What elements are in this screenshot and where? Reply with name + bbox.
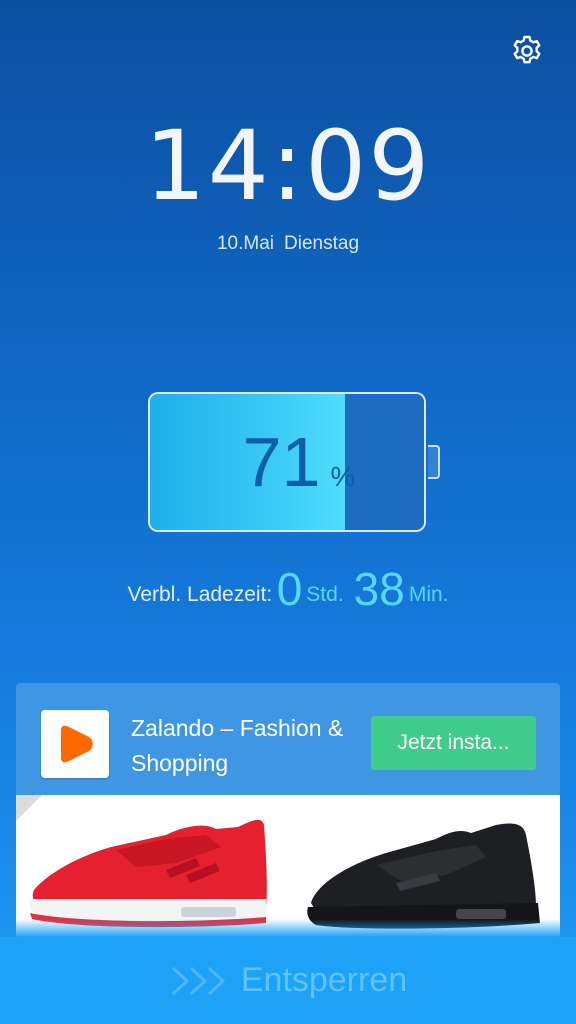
clock-separator: :	[270, 110, 306, 222]
unlock-slider[interactable]: Entsperren	[0, 937, 576, 1024]
date-day: 10.Mai	[216, 233, 275, 254]
ad-app-title[interactable]: Zalando – Fashion & Shopping	[131, 711, 361, 781]
gear-icon	[513, 35, 541, 64]
unlock-label: Entsperren	[240, 961, 408, 999]
remaining-hours-unit: Std.	[306, 583, 344, 606]
date-display: 10.Mai Dienstag	[0, 233, 576, 255]
remaining-charge-time: Verbl. Ladezeit: 0 Std. 38 Min.	[0, 562, 576, 616]
ad-corner-badge	[16, 795, 42, 821]
ad-card[interactable]: Zalando – Fashion & Shopping Jetzt insta…	[16, 683, 560, 937]
ad-header: Zalando – Fashion & Shopping Jetzt insta…	[16, 683, 560, 795]
chevrons-right-icon	[171, 966, 226, 995]
remaining-hours-value: 0	[276, 563, 303, 615]
battery-level-value: 71	[242, 423, 321, 501]
remaining-minutes-value: 38	[353, 563, 405, 615]
sneakers-image	[29, 819, 540, 929]
battery-level-unit: %	[330, 461, 356, 492]
ad-banner-image[interactable]	[16, 795, 560, 937]
clock-minutes: 09	[305, 110, 432, 222]
clock-display: 14:09	[0, 118, 576, 214]
install-button[interactable]: Jetzt insta...	[371, 716, 536, 770]
app-icon[interactable]	[41, 710, 109, 778]
battery-tip	[428, 445, 440, 479]
remaining-minutes-unit: Min.	[408, 583, 449, 606]
clock-hours: 14	[144, 110, 271, 222]
red-sneaker	[29, 819, 267, 928]
black-sneaker	[307, 823, 540, 929]
ad-bottom-fade	[16, 919, 560, 937]
remaining-time-label: Verbl. Ladezeit:	[127, 583, 273, 606]
settings-button[interactable]	[510, 34, 544, 68]
battery-percentage: 71 %	[148, 392, 426, 532]
date-weekday: Dienstag	[284, 233, 360, 254]
zalando-play-logo	[61, 725, 93, 763]
